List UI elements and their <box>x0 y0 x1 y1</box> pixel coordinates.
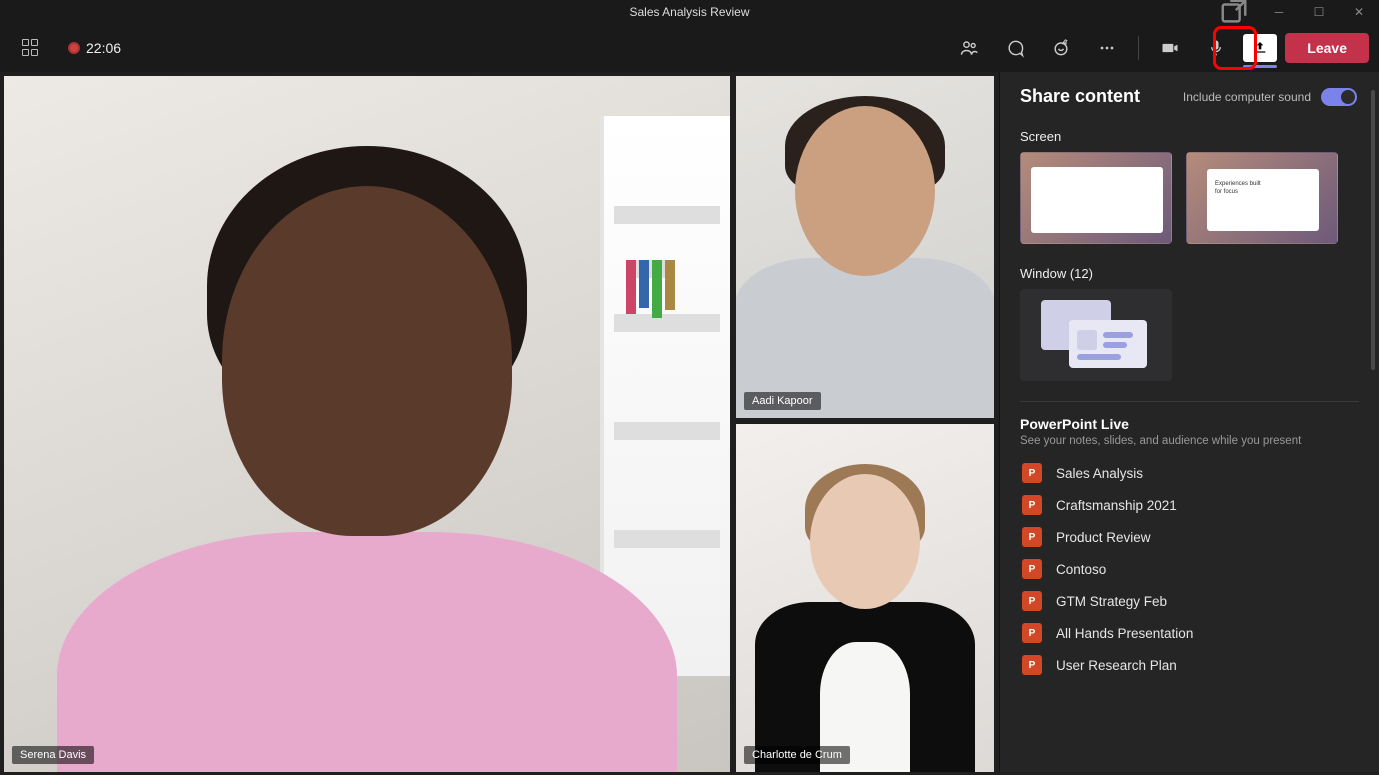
recording-indicator: 22:06 <box>68 40 121 56</box>
minimize-button[interactable]: ─ <box>1259 0 1299 24</box>
participant-tile-a[interactable]: Aadi Kapoor <box>736 76 994 418</box>
file-label: Contoso <box>1056 562 1106 577</box>
powerpoint-icon <box>1022 495 1042 515</box>
powerpoint-live-subtitle: See your notes, slides, and audience whi… <box>1020 435 1359 447</box>
reactions-button[interactable] <box>1042 30 1080 66</box>
meeting-timer: 22:06 <box>86 40 121 56</box>
share-panel: Share content Include computer sound Scr… <box>999 72 1379 772</box>
participant-name-b: Charlotte de Crum <box>744 746 850 764</box>
video-grid: Serena Davis Aadi Kapoor Charlotte de Cr… <box>0 72 999 775</box>
file-item[interactable]: Product Review <box>1020 521 1359 553</box>
mic-button[interactable] <box>1197 30 1235 66</box>
panel-divider <box>1020 401 1359 402</box>
file-item[interactable]: Sales Analysis <box>1020 457 1359 489</box>
share-button[interactable] <box>1243 34 1277 62</box>
powerpoint-live-title: PowerPoint Live <box>1020 416 1359 432</box>
toolbar-separator <box>1138 36 1139 60</box>
leave-button[interactable]: Leave <box>1285 33 1369 63</box>
file-label: User Research Plan <box>1056 658 1177 673</box>
file-item[interactable]: Craftsmanship 2021 <box>1020 489 1359 521</box>
window-section-label: Window (12) <box>1020 266 1359 281</box>
powerpoint-icon <box>1022 623 1042 643</box>
chat-button[interactable] <box>996 30 1034 66</box>
title-bar: Sales Analysis Review ─ ☐ ✕ <box>0 0 1379 24</box>
powerpoint-icon <box>1022 591 1042 611</box>
file-item[interactable]: All Hands Presentation <box>1020 617 1359 649</box>
file-label: GTM Strategy Feb <box>1056 594 1167 609</box>
close-button[interactable]: ✕ <box>1339 0 1379 24</box>
file-item[interactable]: Contoso <box>1020 553 1359 585</box>
file-label: Sales Analysis <box>1056 466 1143 481</box>
powerpoint-file-list: Sales Analysis Craftsmanship 2021 Produc… <box>1020 457 1359 681</box>
file-label: All Hands Presentation <box>1056 626 1193 641</box>
participant-name-main: Serena Davis <box>12 746 94 764</box>
record-icon <box>68 42 80 54</box>
screen-section-label: Screen <box>1020 129 1359 144</box>
participant-tile-main[interactable]: Serena Davis <box>4 76 730 772</box>
powerpoint-icon <box>1022 655 1042 675</box>
camera-button[interactable] <box>1151 30 1189 66</box>
screen-thumb-2[interactable]: Experiences built for focus <box>1186 152 1338 244</box>
window-icon <box>1041 300 1151 370</box>
screen-thumb-1[interactable] <box>1020 152 1172 244</box>
window-thumb[interactable] <box>1020 289 1172 381</box>
more-button[interactable] <box>1088 30 1126 66</box>
include-sound-label: Include computer sound <box>1183 90 1311 104</box>
maximize-button[interactable]: ☐ <box>1299 0 1339 24</box>
powerpoint-icon <box>1022 559 1042 579</box>
window-title: Sales Analysis Review <box>629 5 749 19</box>
popout-icon[interactable] <box>1219 0 1249 24</box>
powerpoint-icon <box>1022 463 1042 483</box>
include-sound-toggle[interactable] <box>1321 88 1357 106</box>
participant-tile-b[interactable]: Charlotte de Crum <box>736 424 994 772</box>
powerpoint-icon <box>1022 527 1042 547</box>
file-item[interactable]: User Research Plan <box>1020 649 1359 681</box>
meeting-toolbar: 22:06 Leave <box>0 24 1379 72</box>
participant-name-a: Aadi Kapoor <box>744 392 821 410</box>
file-label: Craftsmanship 2021 <box>1056 498 1177 513</box>
gallery-view-button[interactable] <box>12 30 50 66</box>
scrollbar[interactable] <box>1371 90 1375 370</box>
people-button[interactable] <box>950 30 988 66</box>
file-label: Product Review <box>1056 530 1151 545</box>
file-item[interactable]: GTM Strategy Feb <box>1020 585 1359 617</box>
